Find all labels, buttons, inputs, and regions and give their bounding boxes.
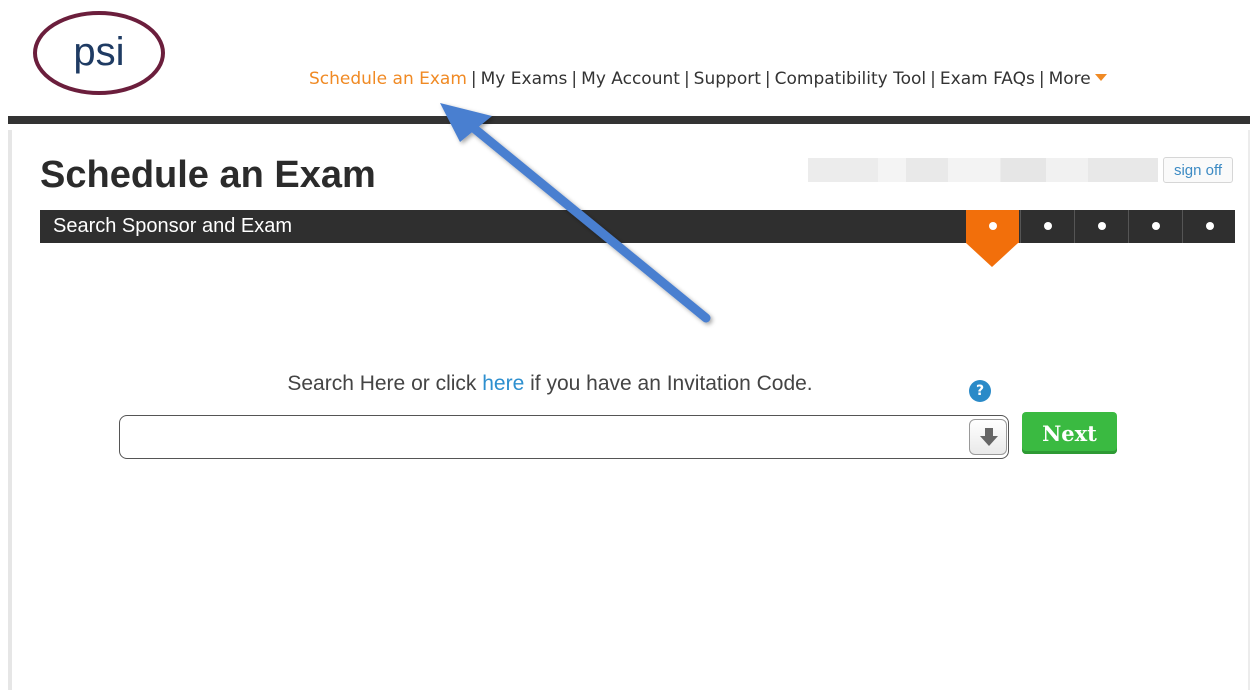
- step-3: [1074, 210, 1128, 243]
- step-dot-icon: [1044, 222, 1052, 230]
- nav-separator: |: [683, 69, 690, 89]
- logo-text: psi: [73, 30, 124, 74]
- redacted-user-info: [808, 158, 1158, 182]
- next-button[interactable]: Next: [1022, 412, 1117, 454]
- dropdown-toggle-button[interactable]: [969, 419, 1007, 455]
- nav-more[interactable]: More: [1049, 69, 1107, 89]
- header-divider-bar: [8, 116, 1250, 124]
- sponsor-exam-search-input[interactable]: [119, 415, 1009, 459]
- invitation-code-link[interactable]: here: [482, 372, 524, 395]
- nav-separator: |: [930, 69, 936, 89]
- step-4: [1128, 210, 1182, 243]
- nav-separator: |: [470, 69, 477, 89]
- top-nav: Schedule an Exam | My Exams | My Account | Sup…: [309, 69, 1107, 89]
- nav-support[interactable]: Support: [694, 69, 761, 89]
- nav-exam-faqs[interactable]: Exam FAQs: [940, 69, 1035, 89]
- nav-more-label: More: [1048, 69, 1091, 89]
- nav-separator: |: [764, 69, 771, 89]
- search-prompt-before: Search Here or click: [287, 372, 483, 395]
- search-prompt-after: if you have an Invitation Code.: [524, 372, 813, 395]
- step-dot-icon: [1098, 222, 1106, 230]
- nav-compatibility-tool[interactable]: Compatibility Tool: [775, 69, 927, 89]
- arrow-down-icon-head: [980, 436, 998, 446]
- caret-down-icon: [1094, 74, 1107, 81]
- progress-step-bar: Search Sponsor and Exam: [40, 210, 1236, 267]
- step-2: [1020, 210, 1074, 243]
- step-5: [1182, 210, 1236, 243]
- psi-logo[interactable]: psi: [32, 9, 166, 97]
- page-title: Schedule an Exam: [40, 154, 376, 196]
- help-icon[interactable]: ?: [969, 380, 991, 402]
- step-pointer-icon: [966, 243, 1018, 267]
- step-dot-icon: [1152, 222, 1160, 230]
- nav-schedule-exam[interactable]: Schedule an Exam: [309, 69, 467, 89]
- step-1-active: [966, 210, 1019, 267]
- nav-separator: |: [1038, 69, 1045, 89]
- search-prompt: Search Here or click here if you have an…: [0, 372, 1100, 396]
- nav-my-account[interactable]: My Account: [581, 69, 680, 89]
- nav-separator: |: [571, 69, 578, 89]
- current-step-title: Search Sponsor and Exam: [53, 215, 293, 237]
- step-dot-icon: [989, 222, 997, 230]
- step-dot-icon: [1206, 222, 1214, 230]
- nav-my-exams[interactable]: My Exams: [481, 69, 568, 89]
- sign-off-button[interactable]: sign off: [1163, 157, 1233, 183]
